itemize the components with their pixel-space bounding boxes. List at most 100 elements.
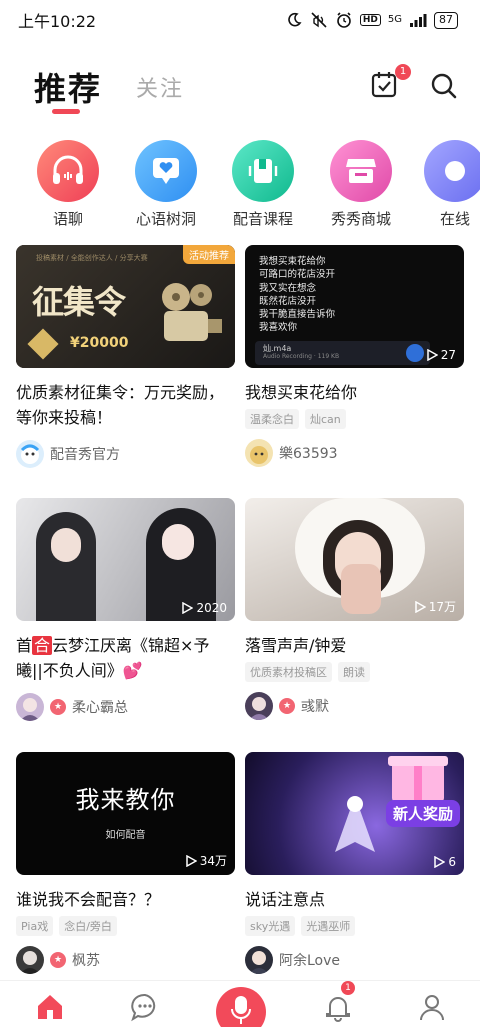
film-projector-icon bbox=[146, 275, 226, 359]
category-label: 秀秀商城 bbox=[330, 210, 391, 228]
author-name[interactable]: 枫苏 bbox=[72, 950, 100, 970]
play-icon bbox=[426, 349, 438, 361]
card-thumbnail[interactable]: 新人奖励 6 bbox=[245, 752, 464, 875]
card-author[interactable]: ★ 柔心霸总 bbox=[16, 693, 235, 721]
signal-icon bbox=[409, 11, 427, 29]
card-thumbnail[interactable]: 17万 bbox=[245, 498, 464, 621]
thumb-subtitle: 投稿素材 / 全能创作达人 / 分享大赛 bbox=[36, 254, 148, 262]
category-label: 在线 bbox=[439, 210, 470, 228]
feed-card[interactable]: 我来教你 如何配音 34万 谁说我不会配音？？ Pia戏 念白/旁白 ★ 枫苏 bbox=[16, 752, 235, 974]
headphones-icon bbox=[37, 140, 99, 202]
play-count: 2020 bbox=[181, 601, 227, 615]
category-online[interactable]: 在线 bbox=[410, 140, 480, 229]
card-author[interactable]: 配音秀官方 bbox=[16, 440, 235, 468]
notification-badge: 1 bbox=[341, 981, 355, 995]
card-thumbnail[interactable]: 我来教你 如何配音 34万 bbox=[16, 752, 235, 875]
thumb-subtitle: 如何配音 bbox=[105, 830, 146, 841]
avatar[interactable] bbox=[16, 693, 44, 721]
audio-play-icon bbox=[406, 344, 424, 362]
feed-card[interactable]: 投稿素材 / 全能创作达人 / 分享大赛 活动推荐 征集令 ¥20000 优质素… bbox=[16, 245, 235, 468]
card-thumbnail[interactable]: 2020 bbox=[16, 498, 235, 621]
feed-card[interactable]: 我想买束花给你 可路口的花店没开 我又实在想念 既然花店没开 我干脆直接告诉你 … bbox=[245, 245, 464, 467]
battery-icon: 87 bbox=[434, 11, 458, 29]
card-title[interactable]: 落雪声声/钟爱 bbox=[245, 633, 464, 658]
author-name[interactable]: 配音秀官方 bbox=[50, 444, 120, 464]
online-icon bbox=[424, 140, 480, 202]
search-icon[interactable] bbox=[430, 72, 458, 100]
message-icon[interactable] bbox=[127, 989, 163, 1025]
tag[interactable]: 朗读 bbox=[338, 662, 370, 682]
category-label: 语聊 bbox=[52, 210, 83, 228]
card-author[interactable]: 樂63593 bbox=[245, 439, 464, 467]
category-voice-chat[interactable]: 语聊 bbox=[23, 140, 113, 229]
network-label: 5G bbox=[387, 14, 402, 25]
author-name[interactable]: 彧默 bbox=[301, 696, 329, 716]
tag[interactable]: 优质素材投稿区 bbox=[245, 662, 332, 682]
card-thumbnail[interactable]: 投稿素材 / 全能创作达人 / 分享大赛 活动推荐 征集令 ¥20000 bbox=[16, 245, 235, 368]
avatar[interactable] bbox=[245, 439, 273, 467]
card-title[interactable]: 优质素材征集令：万元奖励，等你来投稿！ bbox=[16, 380, 235, 430]
verified-star-icon: ★ bbox=[50, 952, 66, 968]
calendar-badge: 1 bbox=[395, 64, 411, 80]
category-dubbing-course[interactable]: 配音课程 bbox=[218, 140, 308, 229]
thumb-prize: ¥20000 bbox=[70, 335, 129, 351]
card-author[interactable]: ★ 枫苏 bbox=[16, 946, 235, 974]
thumb-lyrics: 我想买束花给你 可路口的花店没开 我又实在想念 既然花店没开 我干脆直接告诉你 … bbox=[259, 256, 336, 334]
verified-star-icon: ★ bbox=[279, 698, 295, 714]
tab-recommend[interactable]: 推荐 bbox=[34, 64, 102, 110]
avatar[interactable] bbox=[245, 946, 273, 974]
play-count: 6 bbox=[433, 855, 456, 869]
bottom-nav: 1 bbox=[0, 980, 480, 1027]
author-name[interactable]: 樂63593 bbox=[279, 443, 338, 463]
collab-badge: 合 bbox=[32, 636, 53, 655]
play-count: 27 bbox=[426, 348, 456, 362]
profile-icon[interactable] bbox=[414, 989, 450, 1025]
store-icon bbox=[330, 140, 392, 202]
hd-icon: HD bbox=[359, 14, 381, 26]
avatar[interactable] bbox=[16, 946, 44, 974]
card-author[interactable]: ★ 彧默 bbox=[245, 692, 464, 720]
card-author[interactable]: 阿余Love bbox=[245, 946, 464, 974]
event-badge: 活动推荐 bbox=[183, 245, 235, 264]
feed-card[interactable]: 2020 首合云梦江厌离《锦超×予曦||不负人间》💕 ★ 柔心霸总 bbox=[16, 498, 235, 721]
tag[interactable]: sky光遇 bbox=[245, 916, 296, 936]
record-mic-button[interactable] bbox=[216, 987, 266, 1027]
status-bar: 上午10:22 HD 5G 87 bbox=[0, 0, 480, 40]
play-count: 17万 bbox=[414, 598, 456, 615]
card-title[interactable]: 说话注意点 bbox=[245, 887, 464, 912]
card-tags: Pia戏 念白/旁白 bbox=[16, 916, 235, 936]
status-icons: HD 5G 87 bbox=[285, 11, 458, 29]
tag[interactable]: 光遇巫师 bbox=[301, 916, 356, 936]
author-name[interactable]: 阿余Love bbox=[279, 950, 340, 970]
play-count: 34万 bbox=[185, 852, 227, 869]
tab-follow[interactable]: 关注 bbox=[136, 71, 184, 103]
feed-card[interactable]: 新人奖励 6 说话注意点 sky光遇 光遇巫师 阿余Love bbox=[245, 752, 464, 974]
alarm-icon bbox=[335, 11, 353, 29]
feed-card[interactable]: 17万 落雪声声/钟爱 优质素材投稿区 朗读 ★ 彧默 bbox=[245, 498, 464, 720]
category-tree-hole[interactable]: 心语树洞 bbox=[121, 140, 211, 229]
avatar[interactable] bbox=[16, 440, 44, 468]
home-icon[interactable] bbox=[32, 989, 68, 1025]
category-label: 心语树洞 bbox=[135, 210, 196, 228]
tag[interactable]: 念白/旁白 bbox=[59, 916, 117, 936]
hands bbox=[341, 564, 381, 614]
card-tags: sky光遇 光遇巫师 bbox=[245, 916, 464, 936]
play-icon bbox=[434, 856, 446, 868]
newbie-reward-banner[interactable]: 新人奖励 bbox=[385, 800, 460, 827]
card-title[interactable]: 谁说我不会配音？？ bbox=[16, 887, 235, 912]
card-thumbnail[interactable]: 我想买束花给你 可路口的花店没开 我又实在想念 既然花店没开 我干脆直接告诉你 … bbox=[245, 245, 464, 368]
avatar[interactable] bbox=[245, 692, 273, 720]
face-left bbox=[51, 528, 81, 562]
audio-file-meta: Audio Recording · 119 KB bbox=[263, 353, 340, 360]
tag[interactable]: 温柔念白 bbox=[245, 409, 299, 429]
card-title[interactable]: 我想买束花给你 bbox=[245, 380, 464, 405]
tag[interactable]: 灿can bbox=[305, 409, 346, 429]
audio-file-bar: 灿.m4a Audio Recording · 119 KB bbox=[255, 341, 430, 365]
author-name[interactable]: 柔心霸总 bbox=[72, 697, 128, 717]
card-tags: 优质素材投稿区 朗读 bbox=[245, 662, 464, 682]
tag[interactable]: Pia戏 bbox=[16, 916, 54, 936]
face-right bbox=[162, 524, 194, 560]
top-header: 推荐 关注 1 bbox=[0, 56, 480, 126]
card-title[interactable]: 首合云梦江厌离《锦超×予曦||不负人间》💕 bbox=[16, 633, 235, 683]
category-shop[interactable]: 秀秀商城 bbox=[316, 140, 406, 229]
